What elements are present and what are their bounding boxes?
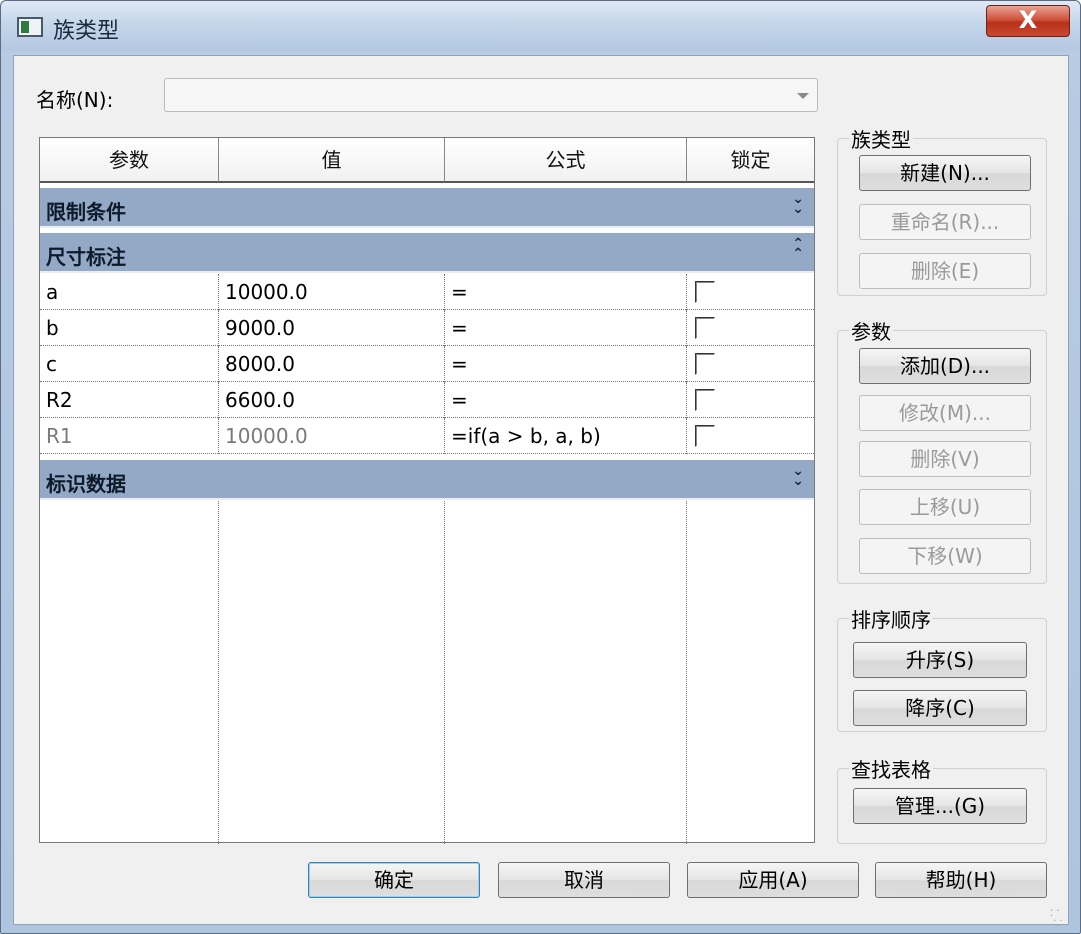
column-header-value[interactable]: 值 bbox=[219, 138, 445, 183]
lock-checkbox[interactable] bbox=[695, 317, 715, 339]
sort-ascending-button[interactable]: 升序(S) bbox=[853, 642, 1027, 678]
help-button[interactable]: 帮助(H) bbox=[875, 862, 1047, 898]
group-label: 限制条件 bbox=[46, 200, 126, 224]
family-types-dialog: 族类型 X 名称(N): 参数 值 公式 锁定 限制条件 ⌄ ⌄ 尺寸标注 ⌃ ⌃ … bbox=[0, 0, 1081, 934]
delete-type-button[interactable]: 删除(E) bbox=[859, 253, 1031, 289]
rename-type-button[interactable]: 重命名(R)... bbox=[859, 204, 1031, 240]
param-name: c bbox=[40, 346, 219, 382]
table-row[interactable]: a 10000.0 = bbox=[40, 274, 814, 310]
param-value[interactable]: 9000.0 bbox=[219, 310, 445, 346]
chevron-down-icon[interactable] bbox=[797, 93, 809, 99]
manage-lookup-button[interactable]: 管理...(G) bbox=[853, 788, 1027, 824]
lock-checkbox[interactable] bbox=[695, 281, 715, 303]
column-header-formula[interactable]: 公式 bbox=[445, 138, 687, 183]
lock-cell bbox=[687, 274, 814, 310]
column-header-parameter[interactable]: 参数 bbox=[40, 138, 219, 183]
param-formula[interactable]: = bbox=[445, 382, 687, 418]
param-formula[interactable]: =if(a > b, a, b) bbox=[445, 418, 687, 454]
modify-parameter-button[interactable]: 修改(M)... bbox=[859, 395, 1031, 431]
window-title: 族类型 bbox=[53, 19, 120, 44]
sort-descending-button[interactable]: 降序(C) bbox=[853, 690, 1027, 726]
lock-checkbox[interactable] bbox=[695, 425, 715, 447]
family-types-title: 族类型 bbox=[849, 124, 913, 153]
column-header-lock[interactable]: 锁定 bbox=[687, 138, 814, 183]
lock-checkbox[interactable] bbox=[695, 353, 715, 375]
group-label: 尺寸标注 bbox=[46, 245, 126, 269]
resize-grip-icon[interactable]: . . . . . . bbox=[1050, 904, 1064, 929]
column-divider bbox=[218, 501, 219, 844]
param-name: R1 bbox=[40, 418, 219, 454]
table-row[interactable]: c 8000.0 = bbox=[40, 346, 814, 382]
group-row-constraints[interactable]: 限制条件 ⌄ ⌄ bbox=[40, 188, 814, 228]
group-row-identity-data[interactable]: 标识数据 ⌄ ⌄ bbox=[40, 460, 814, 500]
param-value[interactable]: 6600.0 bbox=[219, 382, 445, 418]
parameter-table: 参数 值 公式 锁定 限制条件 ⌄ ⌄ 尺寸标注 ⌃ ⌃ a 10000.0 = b… bbox=[39, 137, 815, 844]
column-divider bbox=[686, 501, 687, 844]
app-icon bbox=[17, 17, 43, 37]
move-up-button[interactable]: 上移(U) bbox=[859, 489, 1031, 525]
group-label: 标识数据 bbox=[46, 472, 126, 496]
param-formula[interactable]: = bbox=[445, 274, 687, 310]
apply-button[interactable]: 应用(A) bbox=[687, 862, 859, 898]
lock-cell bbox=[687, 382, 814, 418]
parameters-title: 参数 bbox=[849, 316, 893, 345]
close-button[interactable]: X bbox=[986, 5, 1070, 37]
param-formula[interactable]: = bbox=[445, 310, 687, 346]
chevron-double-down-icon[interactable]: ⌄ ⌄ bbox=[792, 464, 804, 488]
move-down-button[interactable]: 下移(W) bbox=[859, 538, 1031, 574]
table-row[interactable]: b 9000.0 = bbox=[40, 310, 814, 346]
name-label: 名称(N): bbox=[36, 88, 114, 112]
table-row[interactable]: R1 10000.0 =if(a > b, a, b) bbox=[40, 418, 814, 454]
lookup-tables-title: 查找表格 bbox=[849, 754, 933, 783]
lock-cell bbox=[687, 346, 814, 382]
param-value: 10000.0 bbox=[219, 418, 445, 454]
add-parameter-button[interactable]: 添加(D)... bbox=[859, 348, 1031, 384]
lock-cell bbox=[687, 418, 814, 454]
param-name: a bbox=[40, 274, 219, 310]
column-divider bbox=[444, 501, 445, 844]
param-name: R2 bbox=[40, 382, 219, 418]
group-row-dimensions[interactable]: 尺寸标注 ⌃ ⌃ bbox=[40, 233, 814, 273]
name-combobox[interactable] bbox=[164, 78, 818, 112]
table-row[interactable]: R2 6600.0 = bbox=[40, 382, 814, 418]
param-value[interactable]: 8000.0 bbox=[219, 346, 445, 382]
ok-button[interactable]: 确定 bbox=[308, 862, 480, 898]
param-value[interactable]: 10000.0 bbox=[219, 274, 445, 310]
cancel-button[interactable]: 取消 bbox=[498, 862, 670, 898]
title-bar[interactable]: 族类型 X bbox=[1, 1, 1080, 51]
delete-parameter-button[interactable]: 删除(V) bbox=[859, 441, 1031, 477]
sort-order-title: 排序顺序 bbox=[849, 604, 933, 633]
chevron-double-up-icon[interactable]: ⌃ ⌃ bbox=[792, 237, 804, 261]
chevron-double-down-icon[interactable]: ⌄ ⌄ bbox=[792, 192, 804, 216]
dialog-body: 名称(N): 参数 值 公式 锁定 限制条件 ⌄ ⌄ 尺寸标注 ⌃ ⌃ a 1000… bbox=[13, 55, 1069, 929]
lock-checkbox[interactable] bbox=[695, 389, 715, 411]
param-name: b bbox=[40, 310, 219, 346]
new-type-button[interactable]: 新建(N)... bbox=[859, 155, 1031, 191]
lock-cell bbox=[687, 310, 814, 346]
param-formula[interactable]: = bbox=[445, 346, 687, 382]
